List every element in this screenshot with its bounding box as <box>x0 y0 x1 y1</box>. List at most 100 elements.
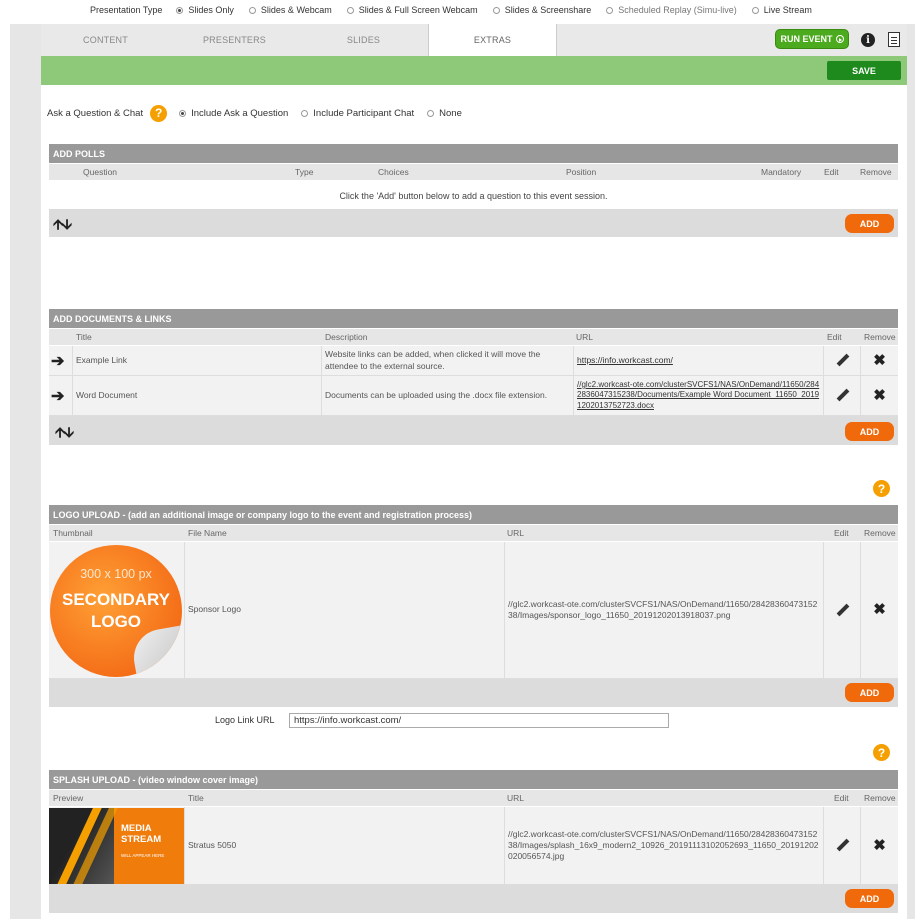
remove-cell: ✖ <box>860 807 898 884</box>
logo-columns: Thumbnail File Name URL Edit Remove <box>49 525 898 541</box>
logo-footer <box>49 679 898 707</box>
save-button[interactable]: SAVE <box>827 61 901 80</box>
add-logo-button[interactable]: ADD <box>845 683 894 702</box>
remove-cell: ✖ <box>860 542 898 678</box>
doc-title: Word Document <box>72 376 321 415</box>
splash-header: SPLASH UPLOAD - (video window cover imag… <box>49 770 898 789</box>
col-edit: Edit <box>827 332 842 342</box>
reorder-arrows-icon[interactable]: 🡩🡫 <box>53 214 72 238</box>
doc-url-link[interactable]: https://info.workcast.com/ <box>573 346 823 375</box>
splash-url: //glc2.workcast-ote.com/clusterSVCFS1/NA… <box>504 807 823 884</box>
logo-thumb-line1: SECONDARY <box>62 590 170 609</box>
col-position: Position <box>566 167 597 177</box>
reorder-arrows-icon[interactable]: 🡩🡫 <box>55 422 74 446</box>
arrow-right-icon: ➔ <box>51 387 65 405</box>
edit-cell <box>823 346 860 375</box>
tab-content[interactable]: CONTENT <box>41 24 170 56</box>
documents-columns: Title Description URL Edit Remove <box>49 329 898 345</box>
doc-url-link[interactable]: //glc2.workcast-ote.com/clusterSVCFS1/NA… <box>573 376 823 415</box>
add-document-button[interactable]: ADD <box>845 422 894 441</box>
splash-title: Stratus 5050 <box>184 807 504 884</box>
col-type: Type <box>295 167 314 177</box>
edit-cell <box>823 807 860 884</box>
close-icon[interactable]: ✖ <box>873 351 886 371</box>
col-edit: Edit <box>834 793 849 803</box>
info-icon[interactable]: i <box>861 33 875 47</box>
play-circle-icon <box>835 35 844 43</box>
presentation-type-label: Presentation Type <box>90 5 163 15</box>
ptype-slides-screenshare[interactable]: Slides & Screenshare <box>492 5 591 15</box>
polls-empty-message: Click the 'Add' button below to add a qu… <box>339 191 608 201</box>
help-icon[interactable]: ? <box>150 104 168 122</box>
col-question: Question <box>83 167 118 177</box>
ptype-slides-only[interactable]: Slides Only <box>176 5 234 15</box>
logo-link-row: Logo Link URL <box>215 712 669 728</box>
col-description: Description <box>325 332 368 342</box>
logo-header: LOGO UPLOAD - (add an additional image o… <box>49 505 898 524</box>
help-icon[interactable]: ? <box>873 480 890 497</box>
ask-question-row: Ask a Question & Chat ? Include Ask a Qu… <box>47 104 475 122</box>
radio-icon[interactable] <box>301 109 309 117</box>
documents-header: ADD DOCUMENTS & LINKS <box>49 309 898 328</box>
tab-extras[interactable]: EXTRAS <box>428 24 557 56</box>
splash-preview: MEDIA STREAM WILL APPEAR HERE <box>49 808 184 884</box>
tab-presenters[interactable]: PRESENTERS <box>170 24 299 56</box>
logo-link-input[interactable] <box>289 712 669 728</box>
ask-include-question[interactable]: Include Ask a Question <box>179 108 288 119</box>
logo-thumbnail: 300 x 100 px SECONDARY LOGO <box>50 545 182 677</box>
tab-slides[interactable]: SLIDES <box>299 24 428 56</box>
pencil-icon[interactable] <box>836 604 849 617</box>
ask-include-chat[interactable]: Include Participant Chat <box>301 108 414 119</box>
radio-selected-icon[interactable] <box>176 6 184 14</box>
help-icon[interactable]: ? <box>873 744 890 761</box>
ptype-slides-fullscreen-webcam[interactable]: Slides & Full Screen Webcam <box>346 5 478 15</box>
radio-icon[interactable] <box>492 6 500 14</box>
col-url: URL <box>507 793 525 803</box>
edit-cell <box>823 376 860 415</box>
presentation-type-bar: Presentation Type Slides Only Slides & W… <box>0 0 921 20</box>
doc-description: Documents can be uploaded using the .doc… <box>321 376 573 415</box>
col-remove: Remove <box>864 332 896 342</box>
col-file-name: File Name <box>188 528 227 538</box>
remove-cell: ✖ <box>860 376 898 415</box>
document-icon[interactable] <box>888 32 900 47</box>
action-bar <box>41 56 907 85</box>
close-icon[interactable]: ✖ <box>873 600 886 620</box>
close-icon[interactable]: ✖ <box>873 386 886 406</box>
close-icon[interactable]: ✖ <box>873 836 886 856</box>
radio-icon[interactable] <box>751 6 759 14</box>
page-curl <box>129 624 182 677</box>
radio-icon[interactable] <box>248 6 256 14</box>
pencil-icon[interactable] <box>836 354 849 367</box>
ptype-slides-webcam[interactable]: Slides & Webcam <box>248 5 332 15</box>
run-event-button[interactable]: RUN EVENT <box>775 29 849 49</box>
remove-cell: ✖ <box>860 346 898 375</box>
add-splash-button[interactable]: ADD <box>845 889 894 908</box>
radio-icon[interactable] <box>606 6 614 14</box>
radio-selected-icon[interactable] <box>179 109 187 117</box>
polls-header: ADD POLLS <box>49 144 898 163</box>
col-preview: Preview <box>53 793 84 803</box>
splash-columns: Preview Title URL Edit Remove <box>49 790 898 806</box>
pencil-icon[interactable] <box>836 839 849 852</box>
pencil-icon[interactable] <box>836 389 849 402</box>
doc-title: Example Link <box>72 346 321 375</box>
edit-cell <box>823 542 860 678</box>
ptype-scheduled-replay[interactable]: Scheduled Replay (Simu-live) <box>606 5 737 15</box>
col-mandatory: Mandatory <box>761 167 802 177</box>
ptype-live-stream[interactable]: Live Stream <box>751 5 812 15</box>
splash-thumb-subtitle: WILL APPEAR HERE <box>121 853 165 858</box>
logo-file-name: Sponsor Logo <box>184 542 504 678</box>
ask-none[interactable]: None <box>427 108 462 119</box>
splash-footer <box>49 885 898 913</box>
arrow-right-icon: ➔ <box>51 352 65 370</box>
ask-question-label: Ask a Question & Chat <box>47 107 144 119</box>
radio-icon[interactable] <box>427 109 435 117</box>
col-choices: Choices <box>378 167 409 177</box>
radio-icon[interactable] <box>346 6 354 14</box>
col-title: Title <box>76 332 92 342</box>
splash-thumb-title: MEDIA STREAM <box>121 823 162 845</box>
col-url: URL <box>576 332 594 342</box>
documents-footer <box>49 416 898 445</box>
add-poll-button[interactable]: ADD <box>845 214 894 233</box>
